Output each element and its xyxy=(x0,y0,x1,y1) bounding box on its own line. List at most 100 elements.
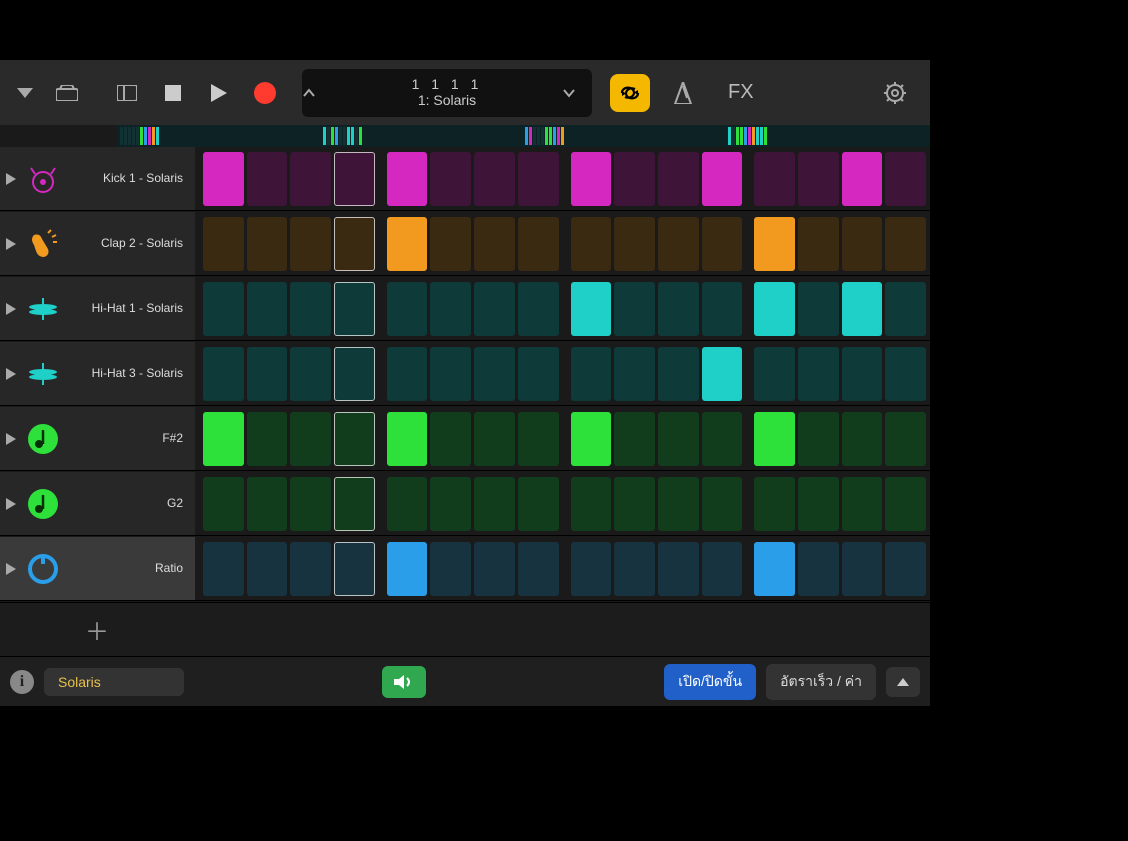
step-cell[interactable] xyxy=(430,477,471,531)
row-disclosure-icon[interactable] xyxy=(6,563,16,575)
play-button[interactable] xyxy=(204,78,234,108)
step-cell[interactable] xyxy=(798,217,839,271)
step-cell[interactable] xyxy=(334,217,375,271)
step-cell[interactable] xyxy=(754,477,795,531)
step-on-off-button[interactable]: เปิด/ปิดขั้น xyxy=(664,664,756,700)
step-cell[interactable] xyxy=(571,542,612,596)
step-cell[interactable] xyxy=(474,152,515,206)
step-cell[interactable] xyxy=(474,477,515,531)
step-cell[interactable] xyxy=(658,542,699,596)
step-cell[interactable] xyxy=(754,282,795,336)
row-header[interactable]: F#2 xyxy=(0,407,195,470)
step-cell[interactable] xyxy=(203,282,244,336)
step-cell[interactable] xyxy=(430,542,471,596)
step-cell[interactable] xyxy=(842,412,883,466)
step-cell[interactable] xyxy=(203,477,244,531)
step-cell[interactable] xyxy=(290,542,331,596)
step-cell[interactable] xyxy=(334,542,375,596)
step-cell[interactable] xyxy=(614,282,655,336)
step-cell[interactable] xyxy=(885,282,926,336)
step-cell[interactable] xyxy=(518,477,559,531)
settings-gear-icon[interactable] xyxy=(880,78,910,108)
step-cell[interactable] xyxy=(430,347,471,401)
step-cell[interactable] xyxy=(290,477,331,531)
step-cell[interactable] xyxy=(474,412,515,466)
info-button[interactable]: i xyxy=(10,670,34,694)
step-cell[interactable] xyxy=(247,282,288,336)
step-cell[interactable] xyxy=(474,282,515,336)
step-cell[interactable] xyxy=(842,217,883,271)
step-cell[interactable] xyxy=(702,282,743,336)
step-cell[interactable] xyxy=(614,217,655,271)
step-cell[interactable] xyxy=(798,282,839,336)
library-icon[interactable] xyxy=(52,78,82,108)
step-cell[interactable] xyxy=(430,152,471,206)
step-cell[interactable] xyxy=(614,542,655,596)
step-cell[interactable] xyxy=(387,477,428,531)
step-cell[interactable] xyxy=(571,477,612,531)
step-cell[interactable] xyxy=(798,347,839,401)
step-cell[interactable] xyxy=(614,412,655,466)
step-cell[interactable] xyxy=(754,412,795,466)
step-cell[interactable] xyxy=(203,152,244,206)
step-cell[interactable] xyxy=(387,217,428,271)
step-cell[interactable] xyxy=(702,347,743,401)
step-cell[interactable] xyxy=(247,477,288,531)
pattern-overview[interactable] xyxy=(118,125,930,147)
step-cell[interactable] xyxy=(885,347,926,401)
row-header[interactable]: Hi-Hat 3 - Solaris xyxy=(0,342,195,405)
step-cell[interactable] xyxy=(658,217,699,271)
row-disclosure-icon[interactable] xyxy=(6,368,16,380)
step-cell[interactable] xyxy=(571,217,612,271)
row-disclosure-icon[interactable] xyxy=(6,173,16,185)
row-header[interactable]: Hi-Hat 1 - Solaris xyxy=(0,277,195,340)
step-cell[interactable] xyxy=(247,347,288,401)
step-cell[interactable] xyxy=(614,152,655,206)
step-cell[interactable] xyxy=(658,347,699,401)
step-cell[interactable] xyxy=(387,152,428,206)
step-cell[interactable] xyxy=(203,542,244,596)
step-cell[interactable] xyxy=(842,542,883,596)
step-cell[interactable] xyxy=(334,152,375,206)
step-cell[interactable] xyxy=(885,542,926,596)
step-cell[interactable] xyxy=(702,542,743,596)
add-row-button[interactable]: ＋ xyxy=(85,612,109,647)
step-cell[interactable] xyxy=(842,477,883,531)
step-cell[interactable] xyxy=(885,152,926,206)
step-cell[interactable] xyxy=(702,412,743,466)
step-cell[interactable] xyxy=(387,347,428,401)
metronome-icon[interactable] xyxy=(668,78,698,108)
fx-button[interactable]: FX xyxy=(728,81,754,104)
step-cell[interactable] xyxy=(430,282,471,336)
step-cell[interactable] xyxy=(702,477,743,531)
step-cell[interactable] xyxy=(702,152,743,206)
step-cell[interactable] xyxy=(334,412,375,466)
step-cell[interactable] xyxy=(798,412,839,466)
step-cell[interactable] xyxy=(885,217,926,271)
step-cell[interactable] xyxy=(842,347,883,401)
step-cell[interactable] xyxy=(387,542,428,596)
step-cell[interactable] xyxy=(518,542,559,596)
step-cell[interactable] xyxy=(203,217,244,271)
row-disclosure-icon[interactable] xyxy=(6,498,16,510)
step-cell[interactable] xyxy=(798,152,839,206)
step-cell[interactable] xyxy=(334,282,375,336)
step-cell[interactable] xyxy=(203,347,244,401)
row-disclosure-icon[interactable] xyxy=(6,238,16,250)
step-cell[interactable] xyxy=(387,282,428,336)
step-cell[interactable] xyxy=(430,217,471,271)
step-cell[interactable] xyxy=(658,412,699,466)
step-cell[interactable] xyxy=(754,347,795,401)
step-cell[interactable] xyxy=(474,217,515,271)
step-cell[interactable] xyxy=(658,152,699,206)
lcd-next-icon[interactable] xyxy=(562,88,592,98)
step-cell[interactable] xyxy=(518,152,559,206)
step-cell[interactable] xyxy=(518,412,559,466)
step-cell[interactable] xyxy=(203,412,244,466)
step-cell[interactable] xyxy=(885,412,926,466)
step-cell[interactable] xyxy=(290,412,331,466)
step-cell[interactable] xyxy=(387,412,428,466)
step-cell[interactable] xyxy=(518,347,559,401)
step-cell[interactable] xyxy=(754,217,795,271)
step-cell[interactable] xyxy=(247,217,288,271)
